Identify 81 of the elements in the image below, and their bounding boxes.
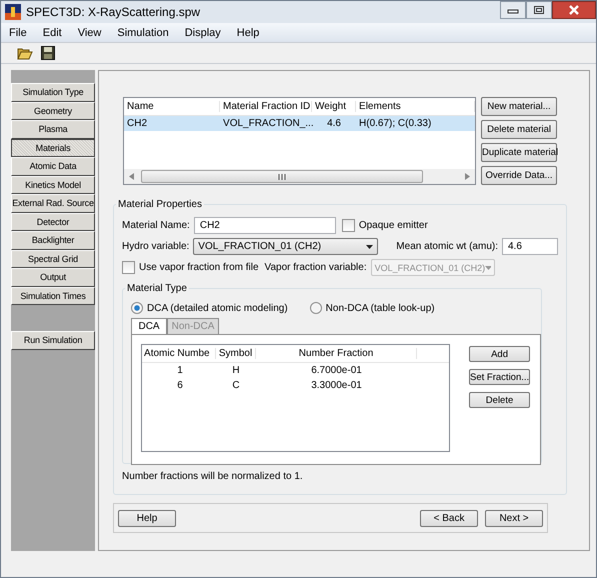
- mean-atomic-weight-field[interactable]: 4.6: [502, 238, 558, 255]
- material-button[interactable]: Duplicate material: [481, 143, 558, 162]
- table-cell-text: 6.7000e-01: [310, 365, 363, 376]
- caret-icon: [366, 244, 374, 248]
- back-button[interactable]: < Back: [420, 510, 478, 526]
- material-button[interactable]: Delete material: [481, 120, 558, 139]
- next-button[interactable]: Next >: [485, 510, 544, 526]
- minimize-button[interactable]: [500, 1, 526, 19]
- horizontal-scrollbar[interactable]: [124, 169, 476, 184]
- sidebar-button[interactable]: Geometry: [11, 102, 96, 120]
- checkbox-label: Opaque emitter: [358, 220, 428, 231]
- hydro-variable-dropdown[interactable]: VOL_FRACTION_01 (CH2): [193, 238, 378, 255]
- column-header[interactable]: Elements: [356, 101, 476, 112]
- menu-item[interactable]: Edit: [42, 26, 62, 38]
- menu-item[interactable]: View: [78, 26, 102, 38]
- group-title: Material Type: [126, 283, 188, 294]
- table-cell-text: C: [231, 380, 241, 391]
- field-label: Material Name:: [122, 220, 190, 231]
- sidebar-button[interactable]: Plasma: [11, 120, 96, 138]
- checkbox-label: Use vapor fraction from file: [139, 262, 259, 273]
- table-cell-text: 1: [176, 365, 184, 376]
- radio-label: Non-DCA (table look-up): [326, 302, 435, 314]
- table-cell-text: H(0.67); C(0.33): [358, 118, 432, 129]
- menu-item[interactable]: Display: [184, 26, 221, 38]
- group-title: Material Properties: [117, 199, 203, 210]
- grip-icon: [278, 174, 286, 180]
- column-header[interactable]: Weight: [312, 101, 356, 112]
- sidebar-button[interactable]: Output: [11, 268, 96, 286]
- sidebar-button[interactable]: Atomic Data: [11, 157, 96, 176]
- note-text: Number fractions will be normalized to 1.: [122, 471, 304, 482]
- column-header[interactable]: Name: [124, 101, 220, 112]
- open-folder-icon[interactable]: [17, 46, 33, 60]
- table-cell-text: 4.6: [326, 118, 342, 129]
- table-cell-text: CH2: [126, 118, 148, 129]
- scroll-right-icon[interactable]: [465, 173, 470, 180]
- table-cell-text: H: [231, 365, 241, 376]
- sidebar-button[interactable]: Spectral Grid: [11, 250, 96, 268]
- field-label: Vapor fraction variable:: [264, 262, 367, 273]
- save-icon[interactable]: [41, 46, 55, 60]
- run-simulation-button[interactable]: Run Simulation: [11, 331, 96, 350]
- table-cell-text: 3.3000e-01: [310, 380, 363, 391]
- sidebar-button[interactable]: Detector: [11, 212, 96, 231]
- radio-button[interactable]: [310, 302, 322, 314]
- material-name-field[interactable]: CH2: [194, 217, 336, 234]
- material-button[interactable]: Override Data...: [481, 166, 558, 185]
- sidebar-button[interactable]: Materials: [11, 138, 96, 157]
- radio-label: DCA (detailed atomic modeling): [147, 302, 288, 314]
- maximize-icon: [533, 5, 545, 15]
- checkbox[interactable]: [122, 261, 136, 274]
- app-icon: [5, 4, 21, 20]
- column-header[interactable]: Material Fraction ID: [220, 101, 312, 112]
- sidebar-button[interactable]: Kinetics Model: [11, 176, 96, 194]
- sidebar-button[interactable]: Simulation Times: [11, 286, 96, 305]
- table-cell-text: 6: [176, 380, 184, 391]
- sidebar-button[interactable]: Simulation Type: [11, 83, 96, 102]
- element-button[interactable]: Delete: [469, 392, 530, 408]
- table-cell-text: VOL_FRACTION_...: [222, 118, 312, 129]
- column-header[interactable]: Atomic Numbe: [142, 348, 216, 359]
- material-button[interactable]: New material...: [481, 97, 558, 116]
- scroll-left-icon[interactable]: [129, 173, 134, 180]
- column-header[interactable]: Symbol: [216, 348, 256, 359]
- window-title: SPECT3D: X-RayScattering.spw: [26, 5, 200, 19]
- radio-button[interactable]: [131, 302, 144, 314]
- close-button[interactable]: [552, 1, 596, 19]
- tab[interactable]: DCA: [131, 318, 168, 334]
- menu-item[interactable]: Help: [236, 26, 260, 38]
- checkbox[interactable]: [342, 219, 355, 232]
- help-button[interactable]: Help: [118, 510, 176, 526]
- element-button[interactable]: Set Fraction...: [469, 369, 530, 385]
- sidebar-button[interactable]: Backlighter: [11, 231, 96, 250]
- menu-item[interactable]: File: [9, 26, 27, 38]
- caret-icon: [485, 266, 491, 270]
- menu-item[interactable]: Simulation: [117, 26, 169, 38]
- maximize-button[interactable]: [526, 1, 552, 19]
- column-header[interactable]: Number Fraction: [256, 348, 418, 359]
- field-label: Mean atomic wt (amu):: [396, 241, 498, 252]
- field-label: Hydro variable:: [122, 241, 190, 252]
- close-icon: [567, 5, 581, 15]
- table-row[interactable]: CH2 VOL_FRACTION_... 4.6 H(0.67); C(0.33): [124, 116, 476, 131]
- element-button[interactable]: Add: [469, 346, 530, 362]
- sidebar-button[interactable]: External Rad. Source: [11, 194, 96, 212]
